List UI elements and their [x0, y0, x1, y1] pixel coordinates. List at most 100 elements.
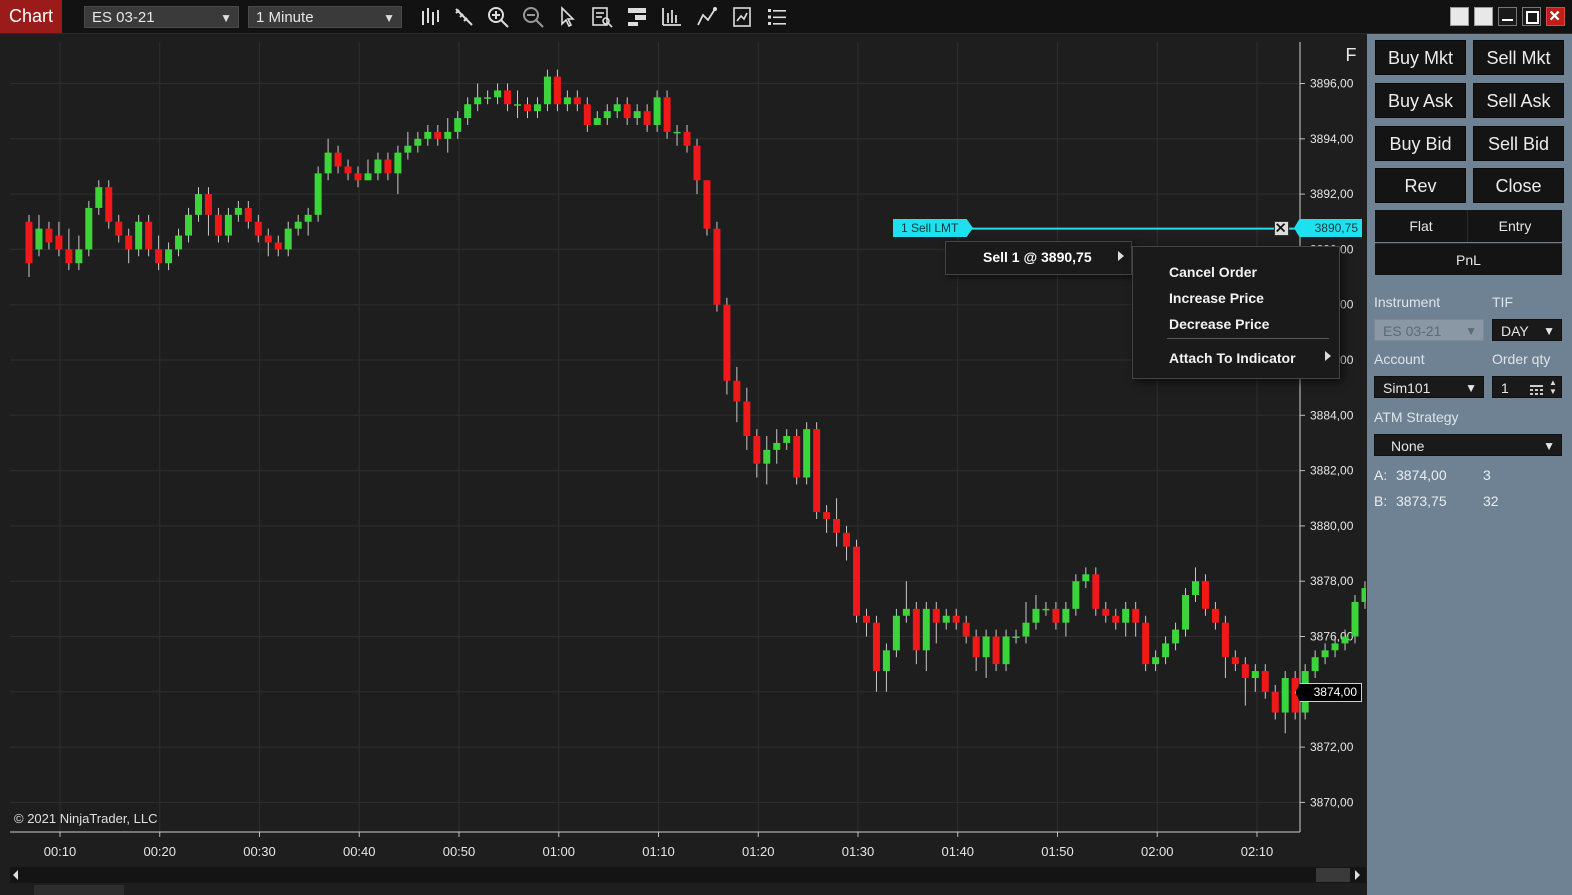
account-label: Account [1374, 351, 1425, 367]
candle-body [434, 131, 442, 139]
order-qty-value: 1 [1501, 380, 1509, 396]
price-chart[interactable]: 3896,003894,003892,003890,003888,003886,… [0, 34, 1366, 895]
candle-body [892, 615, 900, 651]
increase-price-item[interactable]: Increase Price [1169, 290, 1264, 306]
bid-label: B: [1374, 493, 1388, 509]
sell-bid-button[interactable]: Sell Bid [1473, 126, 1564, 161]
candle-body [663, 97, 671, 132]
order-qty-stepper[interactable]: 1 ▲ ▼ [1492, 376, 1562, 398]
close-button[interactable] [1546, 7, 1565, 26]
interval-dropdown[interactable]: 1 Minute ▼ [248, 6, 402, 28]
order-line-label[interactable]: 1 Sell LMT [893, 219, 973, 237]
candle-body [274, 242, 282, 250]
candle-body [474, 97, 482, 105]
candle-body [962, 622, 970, 637]
zoom-in-icon[interactable] [486, 5, 510, 29]
strategies-icon[interactable] [695, 5, 719, 29]
cancel-order-item[interactable]: Cancel Order [1169, 264, 1257, 280]
submenu-arrow-icon [1325, 351, 1331, 361]
candle-body [603, 111, 611, 119]
chart-panel[interactable]: 3896,003894,003892,003890,003888,003886,… [0, 34, 1366, 895]
candle-body [713, 228, 721, 305]
candle-body [284, 228, 292, 250]
account-select[interactable]: Sim101 ▼ [1374, 376, 1484, 398]
f-button[interactable]: F [1340, 44, 1362, 66]
buy-market-button[interactable]: Buy Mkt [1375, 40, 1466, 75]
properties-icon[interactable] [765, 5, 789, 29]
stepper-down-icon[interactable]: ▼ [1549, 388, 1557, 396]
ask-label: A: [1374, 467, 1388, 483]
candle-body [334, 152, 342, 167]
candle-body [613, 104, 621, 112]
context-menu-order-item[interactable]: Sell 1 @ 3890,75 [983, 249, 1092, 265]
candle-body [204, 194, 212, 215]
candle-body [703, 180, 711, 229]
candle-body [1082, 574, 1090, 582]
pointer-icon[interactable] [555, 5, 579, 29]
candle-body [843, 532, 851, 547]
price-axis-label: 3880,00 [1310, 519, 1354, 533]
minimize-button[interactable] [1498, 7, 1517, 26]
candle-body [264, 235, 272, 243]
candle-body [404, 145, 412, 153]
candle-body [1211, 608, 1219, 623]
candle-body [1191, 581, 1199, 596]
chart-trader-icon[interactable] [625, 5, 649, 29]
indicators-icon[interactable] [660, 5, 684, 29]
candle-body [1042, 608, 1050, 611]
stepper-up-icon[interactable]: ▲ [1549, 379, 1557, 387]
account-select-value: Sim101 [1383, 380, 1431, 396]
chart-trader-panel: Buy Mkt Sell Mkt Buy Ask Sell Ask Buy Bi… [1367, 34, 1572, 895]
data-box-icon[interactable] [590, 5, 614, 29]
chevron-down-icon: ▼ [1543, 324, 1555, 338]
order-submenu: Cancel Order Increase Price Decrease Pri… [1132, 246, 1340, 379]
templates-icon[interactable] [730, 5, 754, 29]
candle-body [464, 104, 472, 119]
reverse-button[interactable]: Rev [1375, 168, 1466, 203]
candle-body [1102, 608, 1110, 616]
window-option-button[interactable] [1450, 7, 1469, 26]
candle-body [155, 249, 163, 264]
close-icon [1549, 10, 1560, 21]
candle-body [374, 159, 382, 174]
sell-ask-button[interactable]: Sell Ask [1473, 83, 1564, 118]
candle-body [1002, 636, 1010, 665]
candle-body [1152, 657, 1160, 665]
candle-body [394, 152, 402, 174]
instrument-dropdown[interactable]: ES 03-21 ▼ [84, 6, 239, 28]
candle-body [234, 207, 242, 215]
bar-type-icon[interactable] [418, 5, 442, 29]
candle-body [862, 615, 870, 623]
candle-body [65, 249, 73, 264]
order-price-badge[interactable]: 3890,75 [1294, 219, 1362, 237]
buy-bid-button[interactable]: Buy Bid [1375, 126, 1466, 161]
horizontal-scrollbar [10, 867, 1366, 883]
ask-size: 3 [1483, 467, 1491, 483]
close-position-button[interactable]: Close [1473, 168, 1564, 203]
buy-ask-button[interactable]: Buy Ask [1375, 83, 1466, 118]
candle-body [833, 518, 841, 533]
chart-tab[interactable]: Chart [0, 0, 62, 33]
zoom-out-icon[interactable] [521, 5, 545, 29]
tif-label: TIF [1492, 294, 1513, 310]
drawing-tool-icon[interactable] [452, 5, 476, 29]
calculator-icon[interactable] [1530, 381, 1543, 395]
candle-body [224, 214, 232, 236]
candle-body [414, 138, 422, 146]
sell-market-button[interactable]: Sell Mkt [1473, 40, 1564, 75]
window-option-button[interactable] [1474, 7, 1493, 26]
decrease-price-item[interactable]: Decrease Price [1169, 316, 1269, 332]
time-axis-label: 00:30 [243, 844, 276, 859]
candle-body [45, 228, 53, 243]
attach-to-indicator-item[interactable]: Attach To Indicator [1169, 350, 1296, 366]
candle-body [643, 111, 651, 125]
order-context-menu[interactable]: Sell 1 @ 3890,75 [945, 241, 1132, 275]
chart-toolbar: Chart ES 03-21 ▼ 1 Minute ▼ [0, 0, 1572, 34]
maximize-button[interactable] [1522, 7, 1541, 26]
atm-strategy-select[interactable]: None ▼ [1374, 434, 1562, 456]
tif-select[interactable]: DAY ▼ [1492, 319, 1562, 341]
cancel-order-button[interactable] [1274, 221, 1289, 236]
candle-body [1361, 588, 1366, 602]
minimize-icon [1502, 19, 1513, 21]
candle-body [165, 249, 173, 264]
